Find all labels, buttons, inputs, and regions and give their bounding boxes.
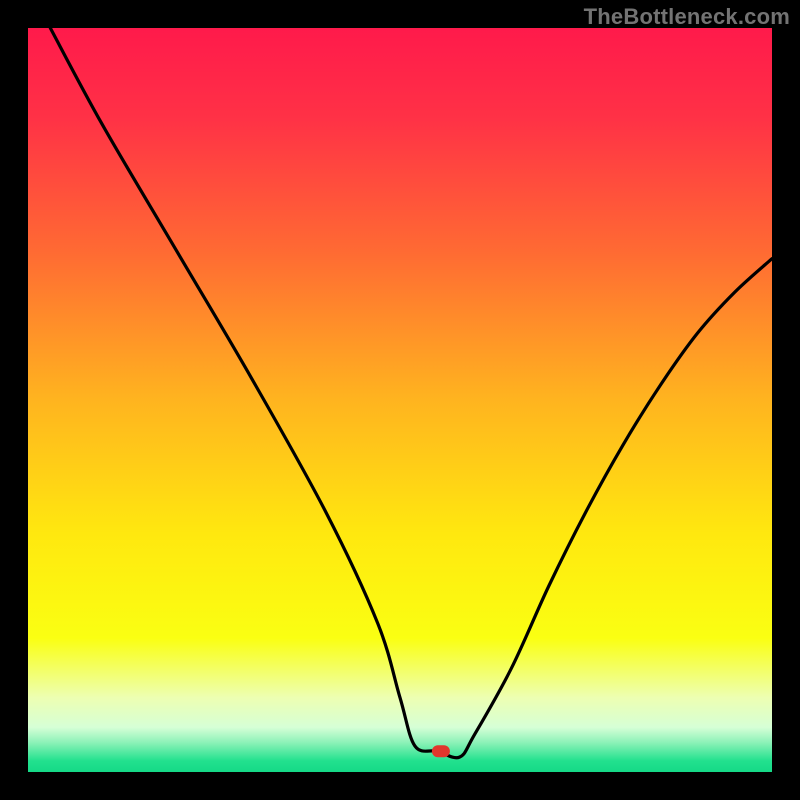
chart-svg — [28, 28, 772, 772]
marker-icon — [432, 745, 450, 757]
chart-frame: TheBottleneck.com — [0, 0, 800, 800]
gradient-background — [28, 28, 772, 772]
plot-area — [28, 28, 772, 772]
optimum-marker — [432, 745, 450, 757]
watermark-text: TheBottleneck.com — [584, 4, 790, 30]
